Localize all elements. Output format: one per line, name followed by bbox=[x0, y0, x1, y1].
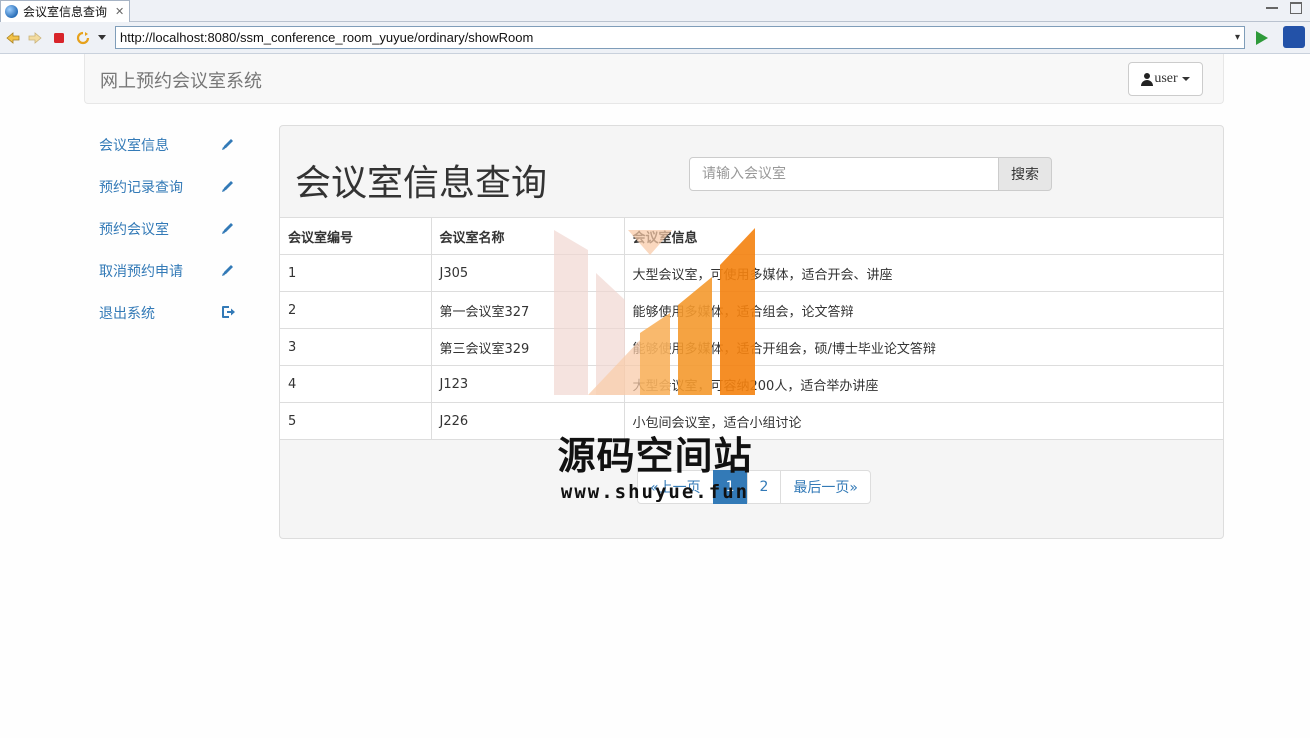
user-label: user bbox=[1154, 71, 1178, 86]
maximize-icon[interactable] bbox=[1290, 2, 1302, 14]
sidebar-item-book-room[interactable]: 预约会议室 bbox=[84, 208, 244, 250]
room-name-cell: 第三会议室329 bbox=[430, 328, 625, 366]
browser-tab-title: 会议室信息查询 bbox=[23, 5, 108, 19]
page-link-2[interactable]: 2 bbox=[746, 470, 782, 504]
pencil-icon bbox=[222, 139, 233, 150]
stop-icon[interactable] bbox=[52, 31, 66, 45]
url-text[interactable]: http://localhost:8080/ssm_conference_roo… bbox=[120, 30, 533, 45]
room-id-cell: 5 bbox=[280, 402, 432, 440]
page-title: 会议室信息查询 bbox=[295, 163, 548, 204]
logout-icon bbox=[222, 306, 235, 318]
window-controls bbox=[1266, 2, 1302, 14]
pencil-icon bbox=[222, 265, 233, 276]
sidebar: 会议室信息 预约记录查询 预约会议室 取消预约申请 退出系统 bbox=[84, 124, 244, 334]
table-row: 4 J123 大型会议室，可容纳200人，适合举办讲座 bbox=[280, 365, 1223, 403]
room-info-cell: 小包间会议室，适合小组讨论 bbox=[623, 402, 1223, 440]
sidebar-item-label[interactable]: 预约会议室 bbox=[99, 219, 169, 239]
browser-toolbar: http://localhost:8080/ssm_conference_roo… bbox=[0, 22, 1310, 54]
extension-icon[interactable] bbox=[1283, 26, 1305, 48]
room-info-cell: 能够使用多媒体，适合开组会，硕/博士毕业论文答辩 bbox=[623, 328, 1223, 366]
forward-arrow-icon[interactable] bbox=[28, 31, 42, 45]
top-navbar: 网上预约会议室系统 user bbox=[84, 54, 1224, 104]
room-id-cell: 1 bbox=[280, 254, 432, 292]
room-name-cell: J226 bbox=[430, 402, 625, 440]
page-link-1[interactable]: 1 bbox=[712, 470, 748, 504]
minimize-icon[interactable] bbox=[1266, 2, 1278, 9]
pagination: «上一页 1 2 最后一页» bbox=[637, 470, 871, 504]
user-icon bbox=[1141, 72, 1154, 86]
column-header: 会议室名称 bbox=[430, 217, 625, 255]
table-row: 2 第一会议室327 能够使用多媒体，适合组会，论文答辩 bbox=[280, 291, 1223, 329]
go-icon[interactable] bbox=[1256, 31, 1268, 45]
pencil-icon bbox=[222, 223, 233, 234]
last-page-link[interactable]: 最后一页» bbox=[780, 470, 871, 504]
search-input[interactable] bbox=[689, 157, 999, 191]
main-panel: 会议室信息查询 搜索 会议室编号 会议室名称 会议室信息 1 J305 大型会议… bbox=[279, 125, 1224, 539]
sidebar-item-label[interactable]: 退出系统 bbox=[99, 303, 155, 323]
room-info-cell: 大型会议室，可使用多媒体，适合开会、讲座 bbox=[623, 254, 1223, 292]
browser-tab-bar: 会议室信息查询 ✕ bbox=[0, 0, 1310, 22]
sidebar-item-room-info[interactable]: 会议室信息 bbox=[84, 124, 244, 166]
table-row: 5 J226 小包间会议室，适合小组讨论 bbox=[280, 402, 1223, 440]
sidebar-item-logout[interactable]: 退出系统 bbox=[84, 292, 244, 334]
globe-icon bbox=[5, 5, 18, 18]
column-header: 会议室编号 bbox=[280, 217, 432, 255]
caret-down-icon bbox=[1181, 77, 1190, 81]
close-icon[interactable]: ✕ bbox=[115, 5, 124, 18]
room-id-cell: 3 bbox=[280, 328, 432, 366]
table-row: 3 第三会议室329 能够使用多媒体，适合开组会，硕/博士毕业论文答辩 bbox=[280, 328, 1223, 366]
sidebar-item-label[interactable]: 预约记录查询 bbox=[99, 177, 183, 197]
sidebar-item-booking-records[interactable]: 预约记录查询 bbox=[84, 166, 244, 208]
room-info-cell: 能够使用多媒体，适合组会，论文答辩 bbox=[623, 291, 1223, 329]
brand-title[interactable]: 网上预约会议室系统 bbox=[100, 67, 262, 93]
room-table: 会议室编号 会议室名称 会议室信息 1 J305 大型会议室，可使用多媒体，适合… bbox=[280, 217, 1223, 440]
user-menu-button[interactable]: user bbox=[1128, 62, 1203, 96]
address-bar[interactable]: http://localhost:8080/ssm_conference_roo… bbox=[115, 26, 1245, 49]
browser-tab[interactable]: 会议室信息查询 ✕ bbox=[0, 0, 130, 22]
pencil-icon bbox=[222, 181, 233, 192]
prev-page-link[interactable]: «上一页 bbox=[637, 470, 714, 504]
room-name-cell: J123 bbox=[430, 365, 625, 403]
room-id-cell: 2 bbox=[280, 291, 432, 329]
table-row: 1 J305 大型会议室，可使用多媒体，适合开会、讲座 bbox=[280, 254, 1223, 292]
sidebar-item-cancel-booking[interactable]: 取消预约申请 bbox=[84, 250, 244, 292]
sidebar-item-label[interactable]: 会议室信息 bbox=[99, 135, 169, 155]
chevron-down-icon[interactable]: ▾ bbox=[1235, 32, 1240, 43]
table-header-row: 会议室编号 会议室名称 会议室信息 bbox=[280, 217, 1223, 255]
sidebar-item-label[interactable]: 取消预约申请 bbox=[99, 261, 183, 281]
search-button[interactable]: 搜索 bbox=[998, 157, 1052, 191]
room-id-cell: 4 bbox=[280, 365, 432, 403]
refresh-icon[interactable] bbox=[76, 31, 90, 45]
back-arrow-icon[interactable] bbox=[6, 31, 20, 45]
room-name-cell: J305 bbox=[430, 254, 625, 292]
room-info-cell: 大型会议室，可容纳200人，适合举办讲座 bbox=[623, 365, 1223, 403]
column-header: 会议室信息 bbox=[623, 217, 1223, 255]
room-name-cell: 第一会议室327 bbox=[430, 291, 625, 329]
chevron-down-icon[interactable] bbox=[98, 35, 106, 40]
